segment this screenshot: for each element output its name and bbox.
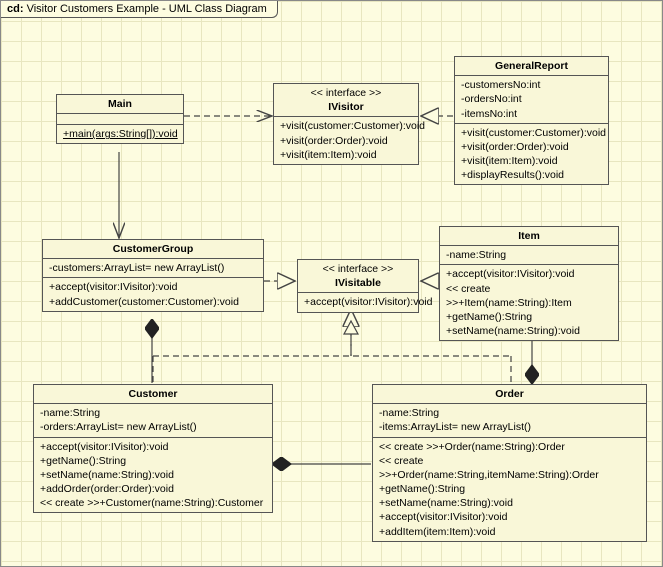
op: +main(args:String[]):void (63, 127, 177, 141)
op: +addCustomer(customer:Customer):void (49, 295, 257, 309)
op: +getName():String (379, 482, 640, 496)
uml-canvas: cd: Visitor Customers Example - UML Clas… (0, 0, 663, 567)
op: +setName(name:String):void (40, 468, 266, 482)
arrowhead-ivisitable-up (344, 321, 358, 334)
attrs: -customers:ArrayList= new ArrayList() (43, 259, 263, 278)
attr: -orders:ArrayList= new ArrayList() (40, 420, 266, 434)
header: << interface >> IVisitable (298, 260, 418, 293)
op: +visit(item:Item):void (461, 154, 602, 168)
attrs: -name:String -items:ArrayList= new Array… (373, 404, 646, 437)
op: +addOrder(order:Order):void (40, 482, 266, 496)
attrs: -name:String (440, 246, 618, 265)
op: +addItem(item:Item):void (379, 525, 640, 539)
diagram-title-prefix: cd: (7, 3, 24, 15)
attr: -name:String (40, 406, 266, 420)
stereotype: << interface >> (280, 86, 412, 100)
op: +accept(visitor:IVisitor):void (49, 280, 257, 294)
op: +setName(name:String):void (379, 496, 640, 510)
op: +visit(order:Order):void (280, 134, 412, 148)
ops: << create >>+Order(name:String):Order <<… (373, 438, 646, 541)
diagram-title-tab: cd: Visitor Customers Example - UML Clas… (1, 1, 278, 18)
op: << create >>+Customer(name:String):Custo… (40, 496, 266, 510)
ops: +accept(visitor:IVisitor):void +addCusto… (43, 278, 263, 310)
ops: +visit(customer:Customer):void +visit(or… (274, 117, 418, 164)
class-customer[interactable]: Customer -name:String -orders:ArrayList=… (33, 384, 273, 513)
op: << create >>+Item(name:String):Item (446, 282, 612, 310)
op: << create >>+Order(name:String):Order (379, 440, 640, 454)
op: +accept(visitor:IVisitor):void (40, 440, 266, 454)
op: +getName():String (40, 454, 266, 468)
op: +getName():String (446, 310, 612, 324)
class-name: Order (373, 385, 646, 404)
op: +displayResults():void (461, 168, 602, 182)
class-ivisitable[interactable]: << interface >> IVisitable +accept(visit… (297, 259, 419, 313)
class-name: IVisitor (280, 100, 412, 114)
class-name: Item (440, 227, 618, 246)
class-name: IVisitable (304, 276, 412, 290)
attrs-empty (57, 114, 183, 125)
attr: -ordersNo:int (461, 92, 602, 106)
op: +accept(visitor:IVisitor):void (446, 267, 612, 281)
ops: +main(args:String[]):void (57, 125, 183, 143)
op: +visit(item:Item):void (280, 148, 412, 162)
op: +accept(visitor:IVisitor):void (379, 510, 640, 524)
attr: -customersNo:int (461, 78, 602, 92)
ops: +visit(customer:Customer):void +visit(or… (455, 124, 608, 185)
class-name: Customer (34, 385, 272, 404)
class-main[interactable]: Main +main(args:String[]):void (56, 94, 184, 144)
class-ivisitor[interactable]: << interface >> IVisitor +visit(customer… (273, 83, 419, 165)
class-generalreport[interactable]: GeneralReport -customersNo:int -ordersNo… (454, 56, 609, 185)
attr: -items:ArrayList= new ArrayList() (379, 420, 640, 434)
attr: -name:String (379, 406, 640, 420)
attr: -itemsNo:int (461, 107, 602, 121)
class-customergroup[interactable]: CustomerGroup -customers:ArrayList= new … (42, 239, 264, 312)
op: +setName(name:String):void (446, 324, 612, 338)
attrs: -name:String -orders:ArrayList= new Arra… (34, 404, 272, 437)
attrs: -customersNo:int -ordersNo:int -itemsNo:… (455, 76, 608, 124)
op: +visit(order:Order):void (461, 140, 602, 154)
class-item[interactable]: Item -name:String +accept(visitor:IVisit… (439, 226, 619, 341)
class-order[interactable]: Order -name:String -items:ArrayList= new… (372, 384, 647, 542)
class-name: CustomerGroup (43, 240, 263, 259)
ops: +accept(visitor:IVisitor):void << create… (440, 265, 618, 340)
stereotype: << interface >> (304, 262, 412, 276)
ops: +accept(visitor:IVisitor):void +getName(… (34, 438, 272, 513)
op: +visit(customer:Customer):void (280, 119, 412, 133)
attr: -name:String (446, 248, 612, 262)
ops: +accept(visitor:IVisitor):void (298, 293, 418, 311)
class-name: GeneralReport (455, 57, 608, 76)
op: +visit(customer:Customer):void (461, 126, 602, 140)
diagram-title: Visitor Customers Example - UML Class Di… (27, 3, 267, 15)
header: << interface >> IVisitor (274, 84, 418, 117)
class-name: Main (57, 95, 183, 114)
attr: -customers:ArrayList= new ArrayList() (49, 261, 257, 275)
op: +accept(visitor:IVisitor):void (304, 295, 412, 309)
op: << create >>+Order(name:String,itemName:… (379, 454, 640, 482)
